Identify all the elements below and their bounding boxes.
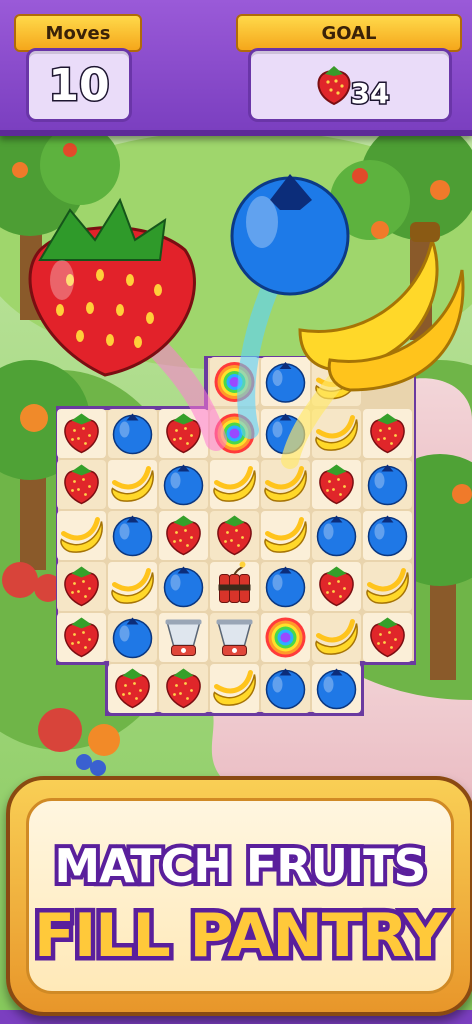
top-hud: Moves 10 GOAL 34 [0,0,472,136]
banner-headline-2: FILL PANTRY [29,897,451,976]
moves-label: Moves [45,22,111,44]
moves-label-tag: Moves [14,14,142,52]
promo-banner: MATCH FRUITS FILL PANTRY [6,776,472,1016]
rainbow-icon[interactable] [265,617,306,658]
goal-counter: 34 [349,75,391,111]
goal-label-tag: GOAL [236,14,462,52]
moves-panel: 10 [26,48,132,122]
hero-fruits [28,174,465,469]
game-screen: Moves 10 GOAL 34 MATCH FRUITS FILL PANTR… [0,0,472,1024]
goal-label: GOAL [321,22,377,44]
goal-panel: 34 [248,48,452,122]
hero-blueberry-icon [230,174,350,296]
banner-headline-1: MATCH FRUITS [50,835,430,897]
moves-counter: 10 [47,58,111,112]
promo-banner-inner: MATCH FRUITS FILL PANTRY [26,798,454,994]
